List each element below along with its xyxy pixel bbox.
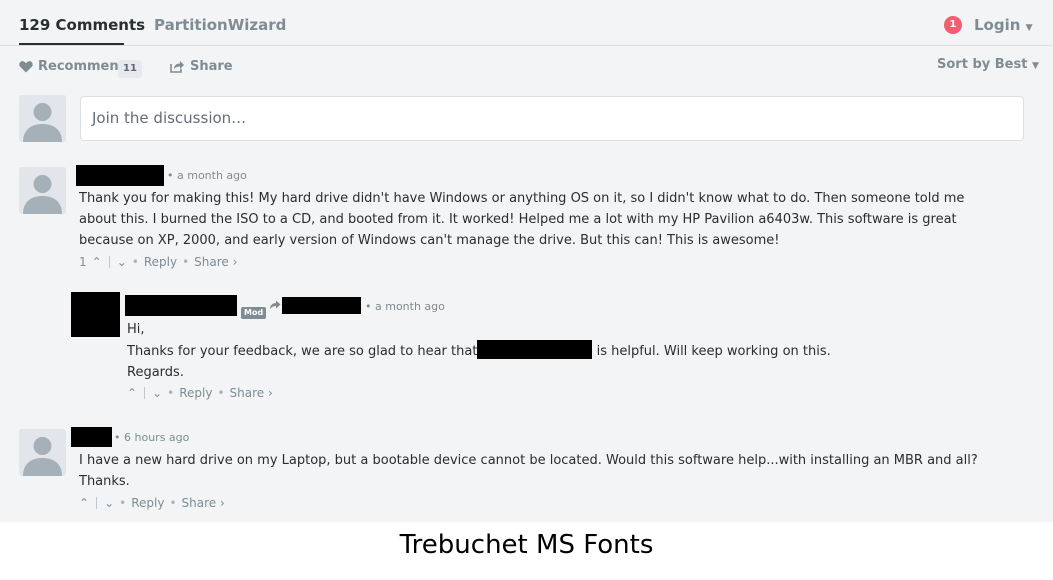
comment-line: because on XP, 2000, and early version o… (79, 233, 780, 248)
user-silhouette-icon (19, 167, 66, 214)
reply-link[interactable]: Reply (144, 255, 177, 269)
redacted-username[interactable] (125, 295, 237, 316)
reply-arrow-icon (270, 300, 281, 309)
comment-meta[interactable]: • a month ago (167, 169, 247, 182)
comment-line: I have a new hard drive on my Laptop, bu… (79, 453, 978, 468)
user-silhouette-icon (19, 95, 66, 142)
avatar (19, 95, 66, 142)
sort-dropdown[interactable]: Sort by Best ▼ (937, 57, 1039, 72)
comment-time: a month ago (177, 169, 247, 182)
comment-actions: 1 ⌃ ⌄ • Reply • Share › (79, 255, 238, 269)
share-label: Share (190, 59, 233, 74)
reply-link[interactable]: Reply (131, 496, 164, 510)
comment-body: I have a new hard drive on my Laptop, bu… (79, 450, 1039, 492)
share-link[interactable]: Share › (194, 255, 237, 269)
comment-actions: ⌃ ⌄ • Reply • Share › (79, 496, 225, 510)
reply-link[interactable]: Reply (179, 386, 212, 400)
comment-line: Thanks for your feedback, we are so glad… (127, 340, 1027, 362)
recommend-count: 11 (118, 60, 142, 78)
redacted-username[interactable] (76, 165, 164, 186)
comment-meta[interactable]: • 6 hours ago (114, 431, 189, 444)
vote-count: 1 (79, 255, 87, 269)
comments-panel: 129 Comments PartitionWizard 1 Login ▼ R… (0, 0, 1053, 522)
share-icon (170, 61, 184, 73)
chevron-down-icon: ▼ (1025, 23, 1033, 33)
user-silhouette-icon (19, 429, 66, 476)
chevron-down-icon: ▼ (1031, 61, 1039, 71)
downvote-icon[interactable]: ⌄ (117, 255, 127, 269)
redacted-product-name (477, 340, 593, 359)
recommend-label: Recommend (38, 59, 128, 74)
notification-badge[interactable]: 1 (944, 16, 962, 34)
avatar[interactable] (19, 429, 66, 476)
downvote-icon[interactable]: ⌄ (104, 496, 114, 510)
login-label: Login (974, 16, 1021, 34)
share-link[interactable]: Share › (182, 496, 225, 510)
comment-line: Regards. (127, 365, 184, 380)
redacted-parent-username[interactable] (282, 297, 361, 314)
comment-time: a month ago (375, 300, 445, 313)
comment-body: Thank you for making this! My hard drive… (79, 188, 1039, 251)
comment-line: Thank you for making this! My hard drive… (79, 191, 965, 206)
comment-line: Hi, (127, 322, 145, 337)
comment-actions: ⌃ ⌄ • Reply • Share › (127, 386, 273, 400)
share-link[interactable]: Share › (230, 386, 273, 400)
comment-composer[interactable]: Join the discussion… (80, 96, 1024, 141)
downvote-icon[interactable]: ⌄ (152, 386, 162, 400)
share-button[interactable]: Share (170, 59, 233, 74)
redacted-username[interactable] (71, 427, 112, 447)
redacted-avatar[interactable] (71, 292, 120, 337)
tab-community[interactable]: PartitionWizard (154, 16, 286, 34)
caption: Trebuchet MS Fonts (399, 530, 654, 560)
comment-meta[interactable]: • a month ago (365, 300, 445, 313)
avatar[interactable] (19, 167, 66, 214)
upvote-icon[interactable]: ⌃ (92, 255, 102, 269)
comment-line: about this. I burned the ISO to a CD, an… (79, 212, 957, 227)
heart-icon (19, 61, 33, 73)
header-divider (0, 45, 1053, 46)
comment-line: Thanks. (79, 474, 130, 489)
composer-placeholder: Join the discussion… (92, 109, 247, 127)
upvote-icon[interactable]: ⌃ (127, 386, 137, 400)
comment-time: 6 hours ago (124, 431, 190, 444)
upvote-icon[interactable]: ⌃ (79, 496, 89, 510)
login-button[interactable]: Login ▼ (974, 16, 1033, 34)
mod-badge: Mod (241, 300, 267, 319)
sort-label: Sort by Best (937, 57, 1028, 72)
comment-body: Hi, Thanks for your feedback, we are so … (127, 319, 1027, 383)
tab-comments[interactable]: 129 Comments (19, 16, 145, 34)
recommend-button[interactable]: Recommend (19, 59, 128, 74)
